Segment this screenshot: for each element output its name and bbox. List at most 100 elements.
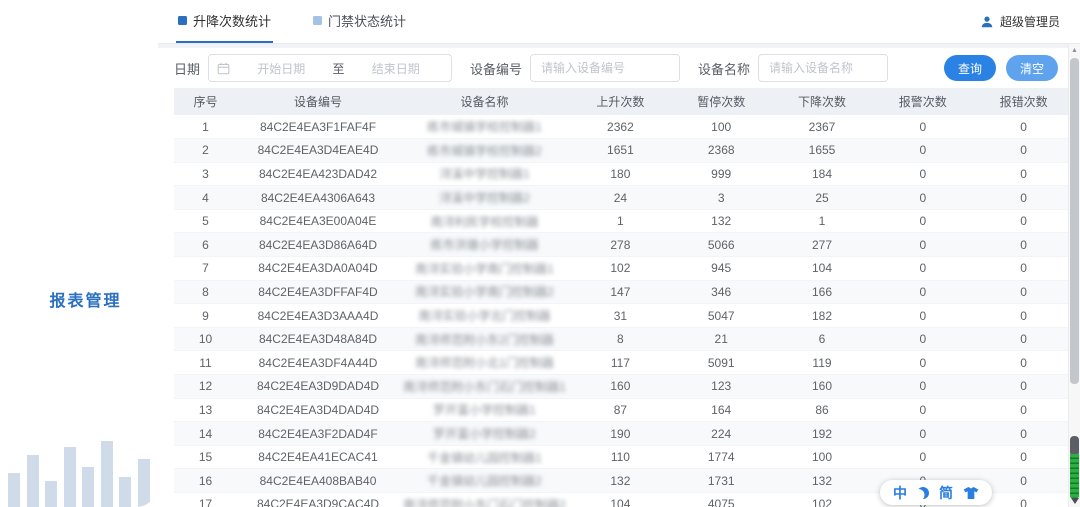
cell-device-name: 练市城镇学校控制器1 [427, 120, 542, 135]
cell-seq: 3 [202, 166, 209, 181]
table-row: 6 84C2E4EA3D86A64D 练市洪塘小学控制器 278 5066 27… [174, 232, 1074, 257]
cell-seq: 8 [202, 284, 209, 299]
user-menu[interactable]: 超级管理员 [980, 0, 1060, 43]
cell-pause-count: 1731 [707, 473, 735, 488]
device-name-filter: 设备名称 [698, 54, 889, 82]
cell-device-name: 罗开富小学控制器2 [433, 427, 536, 442]
cell-down-count: 192 [811, 426, 832, 441]
table-row: 7 84C2E4EA3DA0A04D 南浔实验小学南门控制器1 102 945 … [174, 256, 1074, 281]
cell-pause-count: 164 [711, 402, 732, 417]
cell-seq: 6 [202, 237, 209, 252]
date-separator: 至 [332, 61, 345, 76]
table-row: 9 84C2E4EA3D3AAA4D 南浔实验小学北门控制器 31 5047 1… [174, 303, 1074, 328]
cell-device-name: 南浔实验小学北门控制器 [418, 309, 551, 324]
theme-button[interactable] [963, 486, 979, 500]
table-row: 5 84C2E4EA3E00A04E 南浔利民学校控制器 1 132 1 0 0 [174, 209, 1074, 233]
cell-device-id: 84C2E4EA3D86A64D [258, 237, 378, 252]
cell-error-count: 0 [1020, 284, 1027, 299]
tab-door-status-stats[interactable]: 门禁状态统计 [311, 0, 408, 43]
cell-up-count: 1 [617, 214, 624, 229]
cell-pause-count: 100 [711, 119, 732, 134]
scroll-up-arrow[interactable]: ▲ [1069, 44, 1080, 57]
column-header: 报错次数 [973, 88, 1074, 115]
cell-seq: 2 [202, 143, 209, 158]
sidebar-menu: 设备管理 联防管理 学校管理 事件管理 报表管理 [0, 125, 158, 345]
cell-pause-count: 5066 [707, 237, 735, 252]
cell-alarm-count: 0 [919, 166, 927, 181]
table-row: 8 84C2E4EA3DFFAF4D 南浔实验小学南门控制器2 147 346 … [174, 280, 1074, 304]
cell-pause-count: 4075 [707, 497, 735, 507]
dark-mode-button[interactable] [917, 487, 929, 499]
cell-alarm-count: 0 [919, 332, 927, 347]
search-button[interactable]: 查询 [943, 55, 996, 81]
cell-seq: 16 [198, 473, 213, 488]
filter-bar: 日期 开始日期 至 结束日期 设备编号 设备名称 [158, 48, 1080, 88]
device-id-input[interactable] [530, 54, 681, 82]
cell-error-count: 0 [1020, 261, 1027, 276]
cell-device-name: 浔溪中学控制器2 [439, 191, 530, 206]
top-tab-bar: 升降次数统计 门禁状态统计 超级管理员 [158, 0, 1080, 44]
cell-device-name: 罗开富小学控制器1 [433, 403, 536, 418]
tab-square-icon [313, 16, 323, 25]
cell-up-count: 117 [610, 355, 630, 370]
cell-device-id: 84C2E4EA3D3AAA4D [257, 308, 379, 323]
table-row: 2 84C2E4EA3D4EAE4D 练市城镇学校控制器2 1651 2368 … [174, 138, 1074, 163]
stats-table: 序号 设备编号 设备名称 上升次数 暂停次数 下降次数 报警次数 报错次数 1 84C2E4E… [174, 88, 1074, 507]
cell-up-count: 31 [613, 308, 628, 323]
cell-pause-count: 5047 [707, 308, 735, 323]
sidebar-item-link[interactable]: 设备管理 [0, 125, 158, 163]
chinese-mode-button[interactable]: 中 [893, 483, 907, 503]
translate-widget: 中 简 [880, 480, 992, 505]
cell-error-count: 0 [1020, 166, 1027, 181]
cell-alarm-count: 0 [919, 355, 927, 370]
table-row: 14 84C2E4EA3F2DAD4F 罗开富小学控制器2 190 224 19… [174, 421, 1074, 446]
end-date-placeholder: 结束日期 [371, 61, 420, 76]
app-window: 升降次数统计 门禁状态统计 超级管理员 日期 开始日期 至 结束日期 设备编号 … [0, 0, 1080, 507]
cell-device-name: 千金镇幼儿园控制器2 [427, 474, 542, 489]
column-header: 上升次数 [570, 88, 671, 115]
cell-alarm-count: 0 [919, 308, 927, 323]
table-row: 10 84C2E4EA3D48A84D 南浔师范附小东2门控制器 8 21 6 … [174, 327, 1074, 351]
table-header-row: 序号 设备编号 设备名称 上升次数 暂停次数 下降次数 报警次数 报错次数 [174, 88, 1074, 115]
cell-device-name: 南浔利民学校控制器 [430, 214, 539, 229]
cell-pause-count: 123 [711, 379, 732, 394]
tab-lift-count-stats[interactable]: 升降次数统计 [176, 0, 274, 43]
cell-up-count: 87 [613, 402, 628, 417]
cell-seq: 5 [202, 214, 209, 229]
cell-alarm-count: 0 [919, 119, 927, 134]
cell-device-id: 84C2E4EA3D4DAD4D [256, 402, 380, 417]
cell-error-count: 0 [1020, 190, 1027, 205]
cell-device-id: 84C2E4EA3DA0A04D [258, 261, 378, 276]
cell-up-count: 2362 [607, 119, 634, 134]
calendar-icon [217, 62, 230, 74]
cell-pause-count: 2368 [707, 143, 735, 158]
cell-pause-count: 5091 [707, 355, 735, 370]
moon-icon [917, 487, 929, 499]
sidebar-item-link[interactable]: 学校管理 [0, 201, 158, 239]
cell-pause-count: 224 [711, 426, 732, 441]
cell-pause-count: 1774 [707, 450, 735, 465]
sidebar-item-active[interactable]: 报表管理 [13, 253, 158, 345]
date-range-picker[interactable]: 开始日期 至 结束日期 [208, 54, 453, 82]
device-name-input[interactable] [758, 54, 889, 82]
city-skyline [0, 435, 158, 507]
cell-pause-count: 999 [711, 166, 732, 181]
cell-down-count: 160 [811, 379, 832, 394]
clear-button[interactable]: 清空 [1005, 55, 1058, 81]
cell-seq: 17 [198, 497, 213, 507]
cell-up-count: 132 [610, 473, 631, 488]
cell-down-count: 104 [811, 261, 832, 276]
cell-device-id: 84C2E4EA3D9DAD4D [256, 379, 380, 394]
sidebar: 南浔学校 出入口监测平台 设备管理 联防管理 学校管理 事件管理 报表管理 [0, 0, 158, 507]
simplified-chinese-button[interactable]: 简 [939, 483, 953, 503]
tabs: 升降次数统计 门禁状态统计 [176, 0, 446, 43]
cell-error-count: 0 [1020, 308, 1027, 323]
cell-device-id: 84C2E4EA3D4EAE4D [257, 143, 379, 158]
scrollbar-thumb[interactable] [1070, 58, 1079, 384]
sidebar-item-link[interactable]: 联防管理 [0, 163, 158, 201]
shirt-icon [963, 486, 979, 499]
cell-alarm-count: 0 [919, 379, 927, 394]
tab-square-icon [178, 16, 187, 25]
cell-seq: 10 [198, 332, 213, 347]
cell-alarm-count: 0 [919, 426, 927, 441]
